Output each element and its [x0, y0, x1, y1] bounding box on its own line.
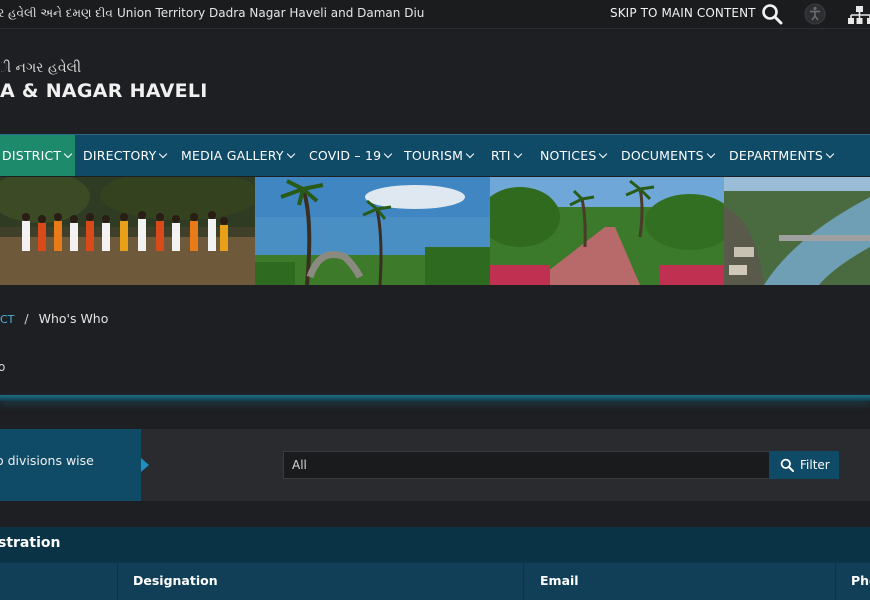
main-navigation: DISTRICT DIRECTORY MEDIA GALLERY COVID –… — [0, 134, 870, 176]
site-name-gujarati: ી નગર હવેલી — [0, 60, 82, 76]
ut-title: Union Territory Dadra Nagar Haveli and D… — [117, 6, 425, 20]
filter-tab-divisions[interactable]: o divisions wise — [0, 429, 149, 501]
section-divider — [0, 395, 870, 401]
accessibility-icon[interactable] — [802, 2, 828, 26]
nav-item-departments[interactable]: DEPARTMENTS — [729, 135, 835, 176]
filter-panel: o divisions wise All Filter — [0, 429, 870, 501]
breadcrumb-current: Who's Who — [38, 311, 109, 326]
filter-button[interactable]: Filter — [770, 451, 839, 479]
filter-tab-label: o divisions wise — [0, 453, 94, 468]
sitemap-icon[interactable] — [846, 4, 870, 26]
column-header-email: Email — [540, 573, 579, 588]
chevron-down-icon — [513, 149, 522, 159]
search-icon[interactable] — [761, 3, 783, 25]
gujarati-ut-name: ર હવેલી અને દમણ દીવ — [0, 6, 113, 20]
nav-item-district[interactable]: DISTRICT — [0, 135, 76, 176]
nav-item-rti[interactable]: RTI — [491, 135, 522, 176]
chevron-down-icon — [465, 149, 475, 159]
filter-button-label: Filter — [800, 458, 830, 472]
tab-pointer-arrow — [141, 458, 149, 472]
chevron-down-icon — [159, 149, 168, 159]
banner-photo-garden-path — [490, 177, 724, 285]
banner-photo-tribal-dance — [0, 177, 255, 285]
table-caption: stration — [0, 527, 870, 562]
page-title: o — [0, 360, 6, 374]
breadcrumb-separator: / — [24, 311, 29, 326]
chevron-down-icon — [286, 149, 295, 159]
breadcrumb: CT / Who's Who — [0, 311, 108, 326]
breadcrumb-parent-link[interactable]: CT — [0, 313, 14, 326]
table-title: stration — [0, 535, 61, 551]
nav-item-directory[interactable]: DIRECTORY — [83, 135, 168, 176]
column-divider — [523, 563, 524, 600]
division-select[interactable]: All — [283, 451, 770, 479]
nav-item-covid[interactable]: COVID – 19 — [309, 135, 393, 176]
search-icon — [780, 458, 794, 472]
table-header-row: Designation Email Pho — [0, 562, 870, 600]
chevron-down-icon — [825, 149, 835, 159]
column-divider — [117, 563, 118, 600]
column-divider — [835, 563, 836, 600]
chevron-down-icon — [63, 149, 73, 159]
banner-photo-garden-arch — [255, 177, 490, 285]
skip-to-main-link[interactable]: SKIP TO MAIN CONTENT — [610, 6, 756, 20]
site-header: ી નગર હવેલી A & NAGAR HAVELI — [0, 30, 870, 134]
top-utility-bar: ર હવેલી અને દમણ દીવ Union Territory Dadr… — [0, 0, 870, 29]
column-header-designation: Designation — [133, 573, 218, 588]
nav-item-notices[interactable]: NOTICES — [540, 135, 608, 176]
chevron-down-icon — [706, 149, 715, 159]
chevron-down-icon — [599, 149, 608, 159]
nav-item-media-gallery[interactable]: MEDIA GALLERY — [181, 135, 295, 176]
banner-photo-river-bridge — [724, 177, 870, 285]
nav-item-tourism[interactable]: TOURISM — [404, 135, 475, 176]
site-name-english[interactable]: A & NAGAR HAVELI — [0, 80, 208, 102]
nav-item-documents[interactable]: DOCUMENTS — [621, 135, 715, 176]
banner-image-strip — [0, 177, 870, 285]
column-header-phone: Pho — [851, 573, 870, 588]
chevron-down-icon — [384, 149, 393, 159]
